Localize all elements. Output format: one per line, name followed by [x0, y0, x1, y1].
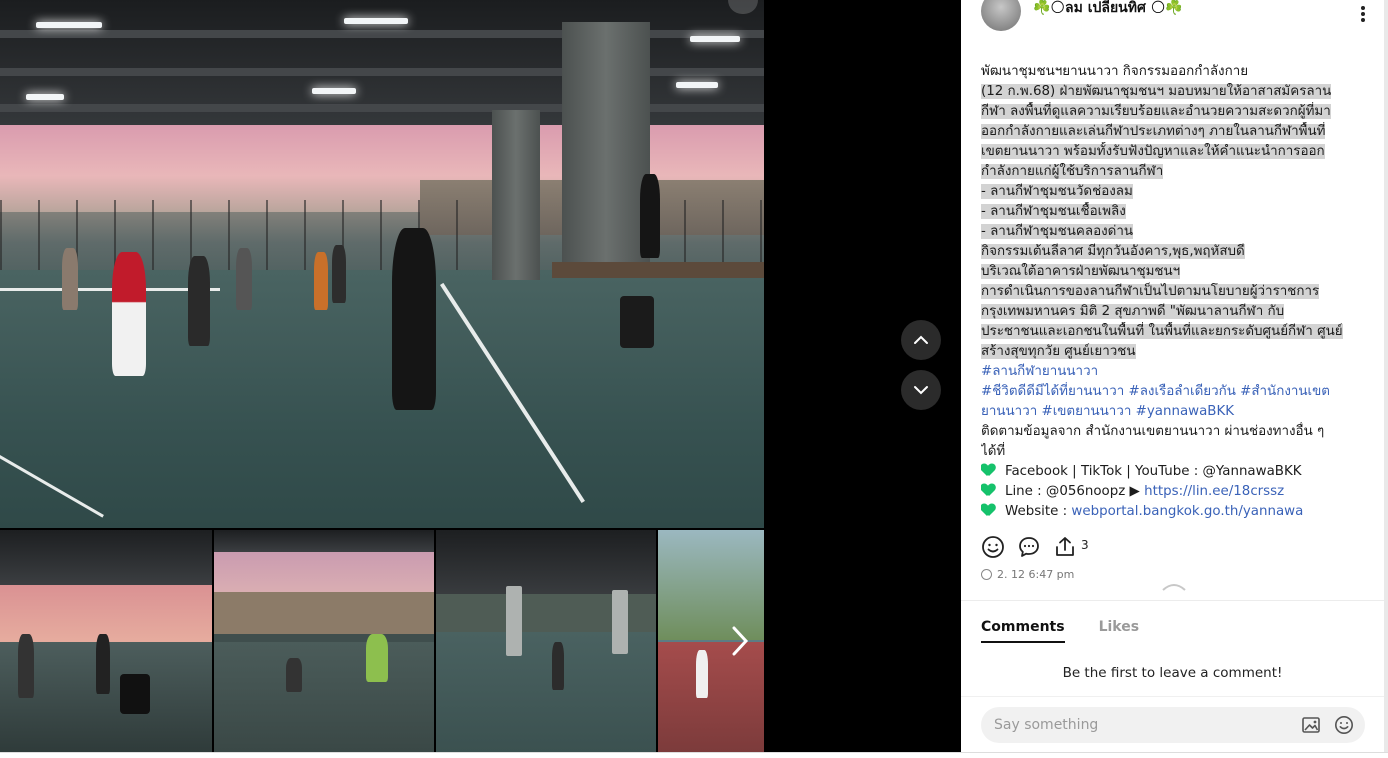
- green-heart-icon: [981, 464, 995, 476]
- caption-line: เขตยานนาวา พร้อมทั้งรับฟังปัญหาและให้คำแ…: [981, 144, 1325, 159]
- smiley-icon[interactable]: [981, 535, 1005, 559]
- previous-post-button[interactable]: [901, 320, 941, 360]
- kebab-dot: [1361, 6, 1365, 10]
- photo-stage: [552, 262, 764, 278]
- comment-input-box: [981, 707, 1365, 743]
- ceiling-lamp: [676, 82, 718, 88]
- person-figure: [188, 256, 210, 346]
- caption-line: กรุงเทพมหานคร มิติ 2 สุขภาพดี "พัฒนาลานก…: [981, 304, 1285, 319]
- follow-text: ได้ที่: [981, 444, 1006, 459]
- caption-line: บริเวณใต้อาคารฝ่ายพัฒนาชุมชนฯ: [981, 264, 1181, 279]
- person-figure: [392, 228, 436, 410]
- comment-composer: [961, 696, 1384, 752]
- post-timestamp: 2. 12 6:47 pm: [981, 568, 1074, 581]
- gallery-next-button[interactable]: [728, 624, 752, 658]
- chevron-right-icon: [732, 626, 749, 656]
- avatar[interactable]: [981, 0, 1021, 31]
- person-figure: [112, 252, 146, 376]
- comments-section: Comments Likes Be the first to leave a c…: [961, 601, 1384, 696]
- ceiling-lamp: [690, 36, 740, 42]
- app-root: ☘️🌕ลม เปลี่ยนทิศ 🌕☘️ พัฒนาชุมชนฯยานนาวา …: [0, 0, 1388, 758]
- post-header: ☘️🌕ลม เปลี่ยนทิศ 🌕☘️: [981, 0, 1371, 34]
- speaker-box: [620, 296, 654, 348]
- collapse-chevron-icon[interactable]: [1161, 582, 1187, 592]
- media-viewer: [0, 0, 961, 752]
- caption-line: - ลานกีฬาชุมชนคลองด่าน: [981, 224, 1134, 239]
- photo-pillar: [492, 110, 540, 280]
- contact-line: Line : @056noopz ▶ https://lin.ee/18crss…: [981, 482, 1361, 502]
- share-count: 3: [1081, 538, 1089, 552]
- tab-comments[interactable]: Comments: [981, 619, 1065, 643]
- comment-icon[interactable]: [1017, 535, 1041, 559]
- kebab-dot: [1361, 18, 1365, 22]
- post-caption: พัฒนาชุมชนฯยานนาวา กิจกรรมออกกำลังกาย (1…: [981, 62, 1361, 522]
- photo-pillar: [562, 22, 650, 272]
- thumbnail-3[interactable]: [436, 530, 656, 752]
- thumbnail-2[interactable]: [214, 530, 434, 752]
- timestamp-text: 2. 12 6:47 pm: [997, 568, 1075, 581]
- contact-website: Website : webportal.bangkok.go.th/yannaw…: [981, 502, 1361, 522]
- chevron-down-icon: [914, 386, 928, 395]
- hashtag-link[interactable]: #ลานกีฬายานนาวา: [981, 362, 1361, 382]
- person-figure: [314, 252, 328, 310]
- author-name[interactable]: ☘️🌕ลม เปลี่ยนทิศ 🌕☘️: [1033, 0, 1183, 19]
- thumbnail-strip: [0, 530, 764, 752]
- hashtag-link[interactable]: ยานนาวา #เขตยานนาวา #yannawaBKK: [981, 402, 1361, 422]
- caption-line: - ลานกีฬาชุมชนวัดช่องลม: [981, 184, 1133, 199]
- caption-line: สร้างสุขทุกวัย ศูนย์เยาวชน: [981, 344, 1136, 359]
- emoji-icon[interactable]: [1334, 715, 1354, 735]
- ceiling-lamp: [36, 22, 102, 28]
- green-heart-icon: [981, 504, 995, 516]
- ceiling-lamp: [344, 18, 408, 24]
- caption-line: กิจกรรมเต้นลีลาศ มีทุกวันอังคาร,พุธ,พฤหั…: [981, 244, 1245, 259]
- tab-likes[interactable]: Likes: [1099, 619, 1139, 643]
- contact-website-text: Website :: [1005, 504, 1068, 519]
- hashtag-link[interactable]: #ชีวิตดีดีมีได้ที่ยานนาวา #ลงเรือลำเดียว…: [981, 382, 1361, 402]
- globe-icon: [981, 569, 992, 580]
- ceiling-lamp: [312, 88, 356, 94]
- thumbnail-1[interactable]: [0, 530, 212, 752]
- caption-line: (12 ก.พ.68) ฝ่ายพัฒนาชุมชนฯ มอบหมายให้อา…: [981, 84, 1332, 99]
- next-post-button[interactable]: [901, 370, 941, 410]
- window-bottom-edge: [0, 752, 1388, 758]
- person-figure: [62, 248, 78, 310]
- caption-line: - ลานกีฬาชุมชนเชื้อเพลิง: [981, 204, 1126, 219]
- contact-line-text: Line : @056noopz ▶: [1005, 484, 1140, 499]
- comments-tabs: Comments Likes: [981, 619, 1173, 643]
- website-url-link[interactable]: webportal.bangkok.go.th/yannawa: [1071, 504, 1303, 519]
- panel-scrollbar[interactable]: [1384, 0, 1388, 752]
- caption-line: การดำเนินการของลานกีฬาเป็นไปตามนโยบายผู้…: [981, 284, 1320, 299]
- post-detail-panel: ☘️🌕ลม เปลี่ยนทิศ 🌕☘️ พัฒนาชุมชนฯยานนาวา …: [961, 0, 1388, 752]
- caption-title: พัฒนาชุมชนฯยานนาวา กิจกรรมออกกำลังกาย: [981, 64, 1249, 79]
- main-photo[interactable]: [0, 0, 764, 528]
- ceiling-lamp: [26, 94, 64, 100]
- empty-comments-message: Be the first to leave a comment!: [1062, 665, 1283, 681]
- person-figure: [236, 248, 252, 310]
- image-upload-icon[interactable]: [1301, 715, 1321, 735]
- more-options-button[interactable]: [1354, 4, 1372, 24]
- person-figure: [332, 245, 346, 303]
- caption-line: กำลังกายแก่ผู้ใช้บริการลานกีฬา: [981, 164, 1164, 179]
- kebab-dot: [1361, 12, 1365, 16]
- post-actions: 3: [981, 534, 1089, 560]
- person-figure: [640, 174, 660, 258]
- contact-social: Facebook | TikTok | YouTube : @YannawaBK…: [981, 462, 1361, 482]
- court-line: [0, 288, 220, 291]
- caption-line: ประชาชนและเอกชนในพื้นที่ ในพื้นที่และยกร…: [981, 324, 1343, 339]
- caption-line: ออกกำลังกายและเล่นกีฬาประเภทต่างๆ ภายในล…: [981, 124, 1326, 139]
- share-icon[interactable]: [1053, 535, 1077, 559]
- comment-input[interactable]: [994, 717, 1284, 733]
- contact-social-text: Facebook | TikTok | YouTube : @YannawaBK…: [1005, 464, 1302, 479]
- chevron-up-icon: [914, 335, 928, 344]
- caption-line: กีฬา ลงพื้นที่ดูแลความเรียบร้อยและอำนวยค…: [981, 104, 1331, 119]
- follow-text: ติดตามข้อมูลจาก สำนักงานเขตยานนาวา ผ่านช…: [981, 424, 1325, 439]
- green-heart-icon: [981, 484, 995, 496]
- line-url-link[interactable]: https://lin.ee/18crssz: [1144, 484, 1284, 499]
